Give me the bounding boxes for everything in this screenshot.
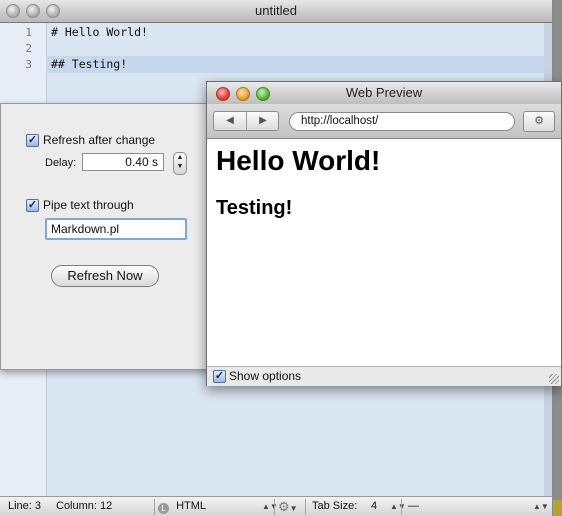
options-panel: ✓ Refresh after change Delay: 0.40 s ▲ ▼ … (0, 103, 214, 370)
line-number: 1 (25, 26, 32, 39)
preview-toolbar: ◀ ▶ http://localhost/ ⚙ (207, 104, 561, 139)
navigation-buttons: ◀ ▶ (213, 111, 279, 131)
back-arrow-icon: ◀ (226, 115, 234, 126)
language-label: HTML (176, 500, 207, 512)
status-line: Line: 3 (8, 500, 42, 512)
symbol-arrows-icon[interactable]: ▲▼ (533, 497, 549, 516)
show-options-label[interactable]: Show options (229, 369, 301, 383)
editor-close-button[interactable] (6, 4, 20, 18)
delay-field[interactable]: 0.40 s (82, 153, 164, 171)
refresh-after-change-label[interactable]: Refresh after change (43, 133, 155, 147)
preview-title: Web Preview (345, 85, 423, 100)
pipe-text-checkbox[interactable]: ✓ (26, 199, 39, 212)
zoom-button[interactable] (256, 87, 270, 101)
symbol-popup[interactable]: — (408, 497, 419, 516)
preview-titlebar: Web Preview (207, 82, 561, 104)
language-icon: L (158, 503, 169, 514)
resize-grip[interactable] (549, 374, 559, 384)
minimize-button[interactable] (236, 87, 250, 101)
line-number: 2 (25, 42, 32, 55)
back-button[interactable]: ◀ (214, 112, 247, 130)
tab-size-label: Tab Size: (312, 500, 358, 512)
popup-arrows-icon: ▲▼ (262, 502, 278, 511)
editor-minimize-button[interactable] (26, 4, 40, 18)
url-field[interactable]: http://localhost/ (289, 112, 515, 131)
show-options-checkbox[interactable]: ✓ (213, 370, 226, 383)
preview-heading-2: Testing! (216, 197, 293, 219)
code-line[interactable]: # Hello World! (51, 25, 148, 39)
status-bar: Line: 3 Column: 12 L HTML ▲▼ ⚙▼ Tab Size… (0, 496, 552, 516)
gear-menu[interactable]: ⚙▼ (278, 497, 298, 516)
pipe-command-field[interactable]: Markdown.pl (45, 218, 187, 240)
preview-footer: ✓ Show options (207, 366, 561, 386)
editor-title: untitled (255, 3, 297, 18)
tab-size-arrows-icon[interactable]: ▲▼ (390, 497, 406, 516)
preview-heading-1: Hello World! (216, 145, 381, 176)
line-number: 3 (25, 58, 32, 71)
forward-button[interactable]: ▶ (247, 112, 279, 130)
close-button[interactable] (216, 87, 230, 101)
delay-label: Delay: (45, 157, 77, 169)
code-line[interactable]: ## Testing! (51, 57, 127, 71)
delay-stepper[interactable]: ▲ ▼ (173, 152, 187, 175)
editor-titlebar: untitled (0, 0, 552, 23)
preview-content: Hello World! Testing! (207, 139, 561, 366)
action-button[interactable]: ⚙ (523, 111, 555, 132)
chevron-down-icon: ▼ (289, 504, 298, 513)
refresh-after-change-checkbox[interactable]: ✓ (26, 134, 39, 147)
refresh-now-button[interactable]: Refresh Now (51, 265, 159, 287)
web-preview-window: Web Preview ◀ ▶ http://localhost/ ⚙ Hell… (206, 81, 562, 386)
tab-size-value[interactable]: 4 (371, 497, 377, 516)
language-popup[interactable]: L HTML ▲▼ (158, 497, 278, 516)
status-column: Column: 12 (56, 500, 113, 512)
gear-icon: ⚙ (534, 115, 544, 127)
forward-arrow-icon: ▶ (259, 115, 267, 126)
gear-icon: ⚙ (278, 499, 290, 514)
pipe-text-label[interactable]: Pipe text through (43, 198, 134, 212)
editor-zoom-button[interactable] (46, 4, 60, 18)
